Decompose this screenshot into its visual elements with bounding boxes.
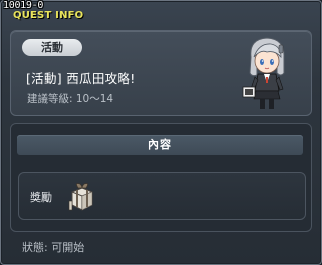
reward-label: 獎勵 (30, 191, 52, 204)
category-badge: 活動 (22, 39, 82, 56)
npc-portrait-icon (237, 33, 297, 113)
content-panel: 內容 獎勵 (10, 123, 312, 232)
recommended-level: 建議等級: 10～14 (27, 93, 114, 105)
title-bar[interactable]: 10019-0 QUEST INFO (1, 0, 321, 23)
quest-status: 狀態: 可開始 (22, 241, 85, 254)
reward-box: 獎勵 (18, 172, 306, 220)
quest-header-panel: 活動 [活動] 西瓜田攻略! 建議等級: 10～14 (10, 30, 312, 116)
quest-info-window: 10019-0 QUEST INFO 活動 [活動] 西瓜田攻略! 建議等級: … (0, 0, 322, 265)
window-title: QUEST INFO (13, 10, 84, 21)
gift-box-icon[interactable] (65, 179, 99, 213)
quest-name: [活動] 西瓜田攻略! (26, 71, 136, 86)
content-section-header: 內容 (17, 135, 303, 155)
